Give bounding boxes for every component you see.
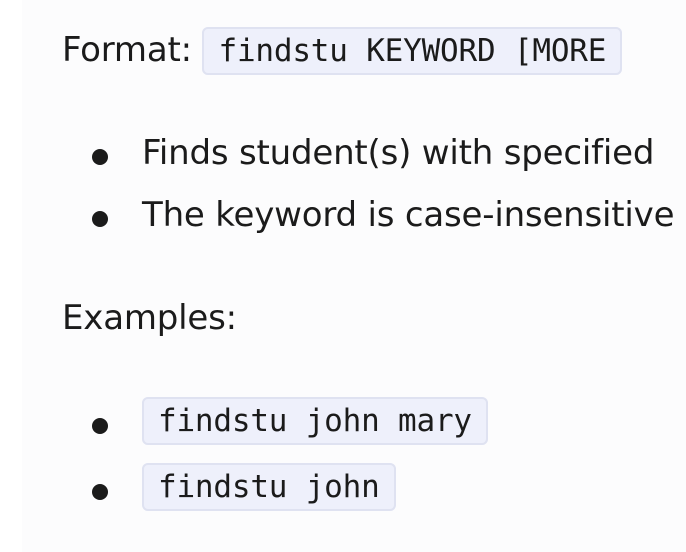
document-page: Format: findstu KEYWORD [MORE Finds stud… (22, 0, 686, 552)
bullet-icon (92, 418, 108, 434)
bullet-icon (92, 149, 108, 165)
bullet-text: Finds student(s) with specified (142, 133, 655, 173)
example-code: findstu john mary (142, 397, 488, 445)
example-wrapper: findstu john (142, 463, 396, 511)
examples-heading: Examples: (62, 298, 237, 338)
format-line: Format: findstu KEYWORD [MORE (62, 27, 623, 75)
bullet-text: The keyword is case-insensitive (142, 195, 675, 235)
bullet-icon (92, 211, 108, 227)
bullet-icon (92, 484, 108, 500)
list-item: The keyword is case-insensitive (92, 195, 686, 239)
example-code: findstu john (142, 463, 396, 511)
format-label: Format: (62, 30, 192, 70)
list-item: Finds student(s) with specified (92, 133, 686, 177)
example-wrapper: findstu john mary (142, 397, 488, 445)
list-item: findstu john mary (92, 397, 686, 454)
format-code: findstu KEYWORD [MORE (202, 27, 623, 75)
list-item: findstu john (92, 463, 686, 520)
